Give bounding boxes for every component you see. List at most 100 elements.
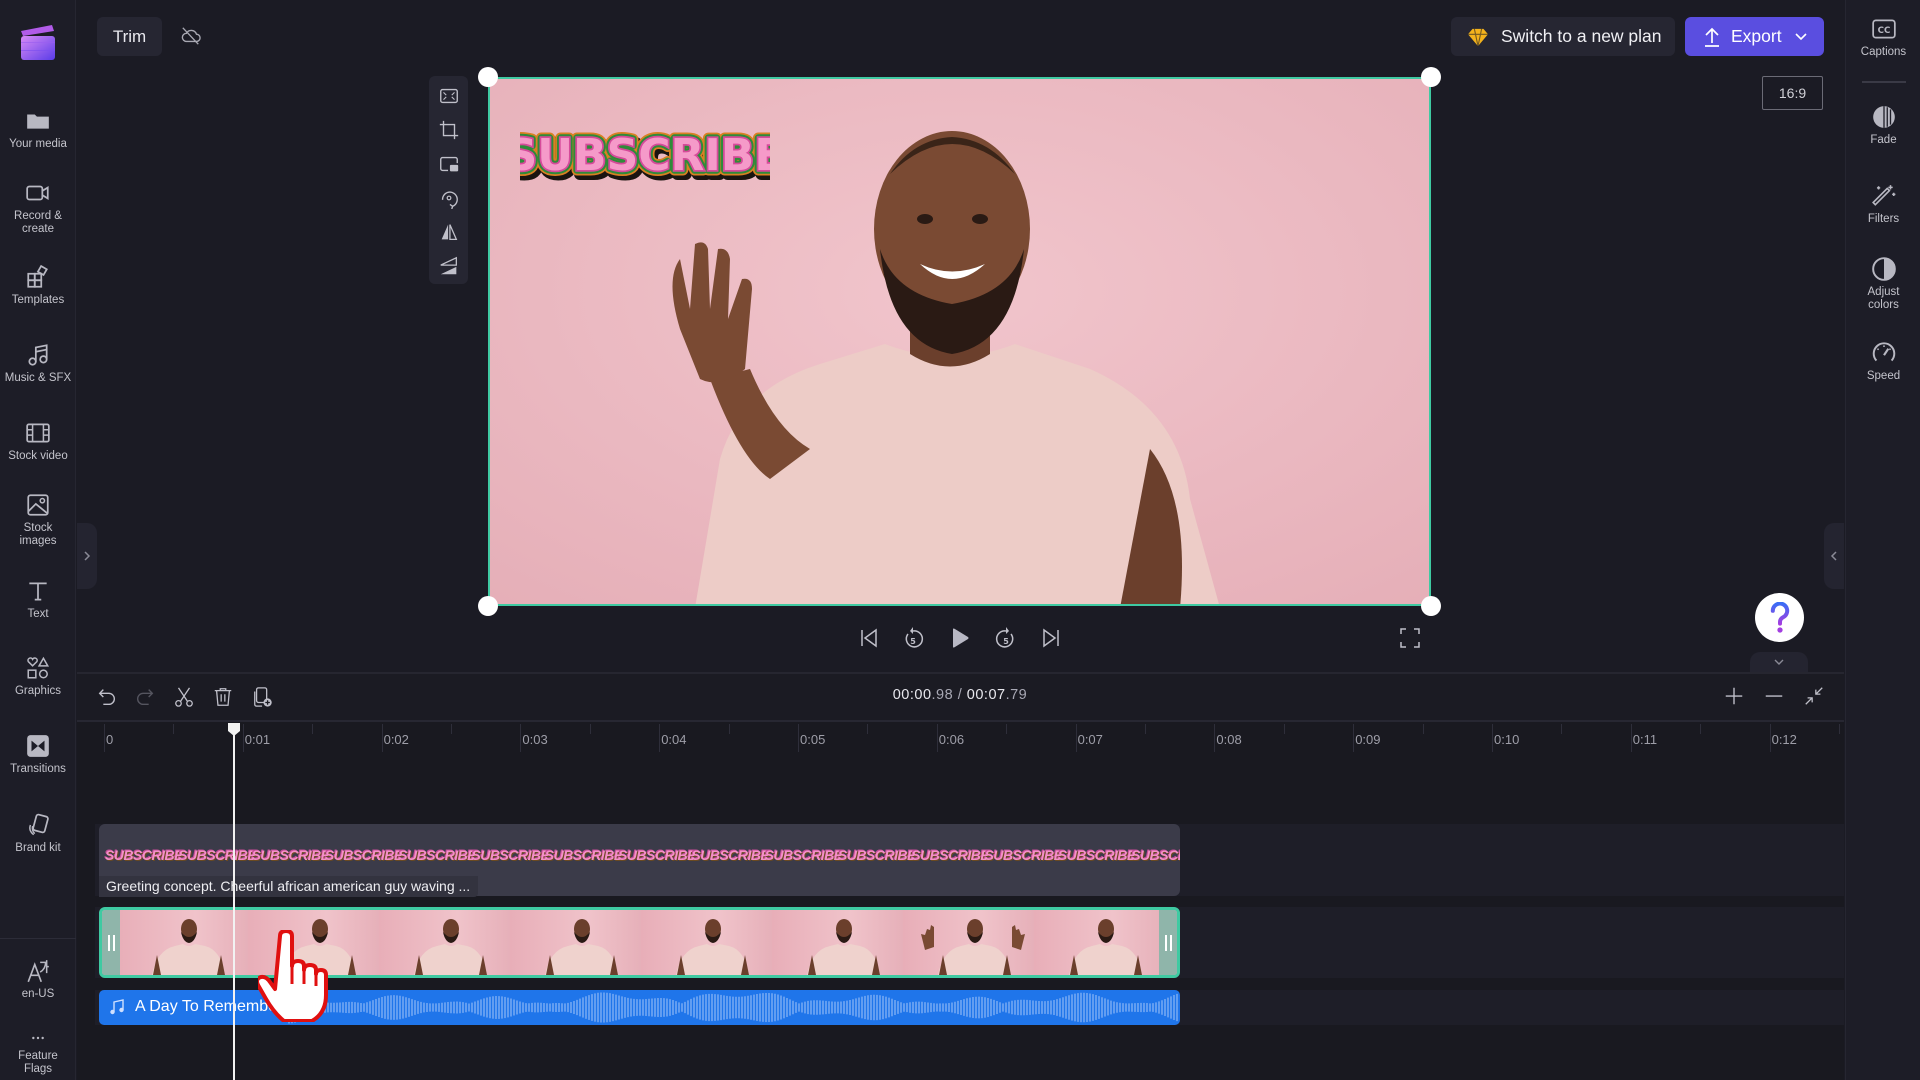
video-frame-thumbnail [903, 910, 1034, 975]
undo-button[interactable] [95, 685, 119, 709]
picture-in-picture-icon [440, 156, 459, 172]
trim-button[interactable]: Trim [97, 17, 162, 56]
ruler-tick-major [242, 724, 244, 752]
sidebar-item-text[interactable]: Text [0, 578, 76, 621]
speedometer-icon [1872, 342, 1895, 362]
video-frame-thumbnail [510, 910, 641, 975]
trim-handle-left[interactable] [102, 910, 120, 975]
zoom-in-button[interactable] [1722, 684, 1746, 708]
play-button[interactable] [946, 624, 974, 652]
ruler-tick-label: 0:12 [1771, 732, 1797, 747]
aspect-ratio-button[interactable]: 16:9 [1762, 76, 1823, 110]
trim-handle-right[interactable] [1159, 910, 1177, 975]
hand-cursor-icon [258, 930, 328, 1022]
property-speed[interactable]: Speed [1846, 340, 1920, 383]
ruler-tick-minor [1283, 724, 1285, 734]
sidebar-item-graphics[interactable]: Graphics [0, 655, 76, 698]
more-icon [32, 1036, 44, 1040]
sticker-thumbnail: SUBSCRIBE [105, 847, 183, 863]
ruler-tick-minor [589, 724, 591, 734]
ruler-tick-major [798, 724, 799, 752]
timeline-ruler[interactable]: 0 0:01 0:02 0:03 0:04 0:05 0:06 0:07 0:08 0:09 0:1… [95, 724, 1844, 764]
skip-start-icon [861, 628, 877, 648]
crop-button[interactable] [437, 118, 461, 142]
rotate-icon [441, 191, 458, 209]
resize-handle-bottom-left[interactable] [478, 596, 498, 616]
fit-icon [440, 88, 458, 104]
rotate-button[interactable] [437, 186, 461, 210]
skip-end-icon [1043, 628, 1059, 648]
skip-to-end-button[interactable] [1037, 624, 1065, 652]
sticker-thumbnail: SUBSCRIBE [324, 847, 403, 863]
contrast-icon [1871, 257, 1896, 281]
sidebar-item-label: Templates [11, 294, 65, 306]
property-fade[interactable]: Fade [1846, 104, 1920, 147]
playhead-handle[interactable] [227, 722, 241, 736]
sticker-thumbnail: SUBSCRIBE [1131, 847, 1180, 863]
flip-horizontal-button[interactable] [437, 220, 461, 244]
sidebar-item-feature-flags[interactable]: Feature Flags [0, 1030, 76, 1076]
resize-handle-top-right[interactable] [1421, 67, 1441, 87]
property-label: Adjust colors [1867, 286, 1900, 311]
property-filters[interactable]: Filters [1846, 183, 1920, 226]
music-note-icon [110, 999, 124, 1015]
sticker-thumbnail: SUBSCRIBE [764, 847, 843, 863]
fit-timeline-button[interactable] [1802, 684, 1826, 708]
help-button[interactable] [1755, 593, 1804, 642]
property-captions[interactable]: CC Captions [1846, 16, 1920, 59]
resize-handle-bottom-right[interactable] [1421, 596, 1441, 616]
switch-plan-button[interactable]: Switch to a new plan [1451, 17, 1675, 56]
sticker-thumbnail: SUBSCRIBE [838, 847, 916, 863]
export-button[interactable]: Export [1685, 17, 1824, 56]
ruler-tick-minor [173, 724, 175, 734]
sidebar-item-music-sfx[interactable]: Music & SFX [0, 342, 76, 385]
property-adjust-colors[interactable]: Adjust colors [1846, 256, 1920, 312]
music-note-icon [28, 344, 48, 366]
fit-button[interactable] [437, 84, 461, 108]
forward-5s-button[interactable]: 5 [992, 624, 1020, 652]
undo-icon [98, 689, 115, 706]
fullscreen-icon[interactable] [1398, 626, 1422, 650]
delete-button[interactable] [211, 685, 235, 709]
skip-to-start-button[interactable] [855, 624, 883, 652]
sidebar-item-stock-video[interactable]: Stock video [0, 420, 76, 463]
ruler-tick-major [1075, 724, 1077, 752]
resize-handle-top-left[interactable] [478, 67, 498, 87]
collapse-help-button[interactable] [1750, 652, 1808, 672]
picture-in-picture-button[interactable] [437, 152, 461, 176]
right-sidebar: CC Captions Fade Filters Adjust colors S… [1845, 0, 1920, 1080]
diamond-icon [1468, 28, 1488, 46]
subscribe-sticker[interactable]: SUBSCRIBE SUBSCRIBE SUBSCRIBE SUBSCRIBE [520, 112, 770, 196]
sidebar-item-transitions[interactable]: Transitions [0, 733, 76, 776]
sidebar-item-record-create[interactable]: Record & create [0, 180, 76, 236]
ruler-tick-major [381, 724, 383, 752]
ruler-tick-label: 0 [106, 732, 114, 747]
sidebar-item-stock-images[interactable]: Stock images [0, 492, 76, 548]
redo-button[interactable] [133, 685, 157, 709]
sidebar-item-templates[interactable]: Templates [0, 264, 76, 307]
zoom-out-button[interactable] [1762, 684, 1786, 708]
split-button[interactable] [172, 685, 196, 709]
chevron-left-icon [1830, 551, 1837, 561]
ruler-tick-minor [312, 724, 314, 734]
ruler-tick-minor [1839, 724, 1840, 734]
redo-icon [137, 689, 154, 706]
clipchamp-logo[interactable] [18, 22, 58, 62]
playhead[interactable] [233, 730, 236, 1080]
sidebar-item-label: Your media [9, 138, 67, 150]
sidebar-divider [0, 938, 76, 939]
expand-right-panel-button[interactable] [1824, 523, 1844, 589]
sidebar-item-your-media[interactable]: Your media [0, 108, 76, 151]
flip-vertical-icon [440, 256, 457, 275]
expand-left-panel-button[interactable] [77, 523, 97, 589]
sidebar-item-label: Record & create [14, 210, 62, 235]
sidebar-item-label: Music & SFX [4, 372, 72, 384]
flip-vertical-button[interactable] [437, 254, 461, 278]
duplicate-button[interactable] [251, 685, 275, 709]
sidebar-item-brand-kit[interactable]: Brand kit [0, 812, 76, 855]
chevron-down-icon [1795, 32, 1807, 40]
rewind-5s-button[interactable]: 5 [899, 624, 927, 652]
sidebar-item-language[interactable]: en-US [0, 958, 76, 1001]
ruler-tick-major [1769, 724, 1771, 752]
cloud-off-icon[interactable] [180, 26, 202, 46]
